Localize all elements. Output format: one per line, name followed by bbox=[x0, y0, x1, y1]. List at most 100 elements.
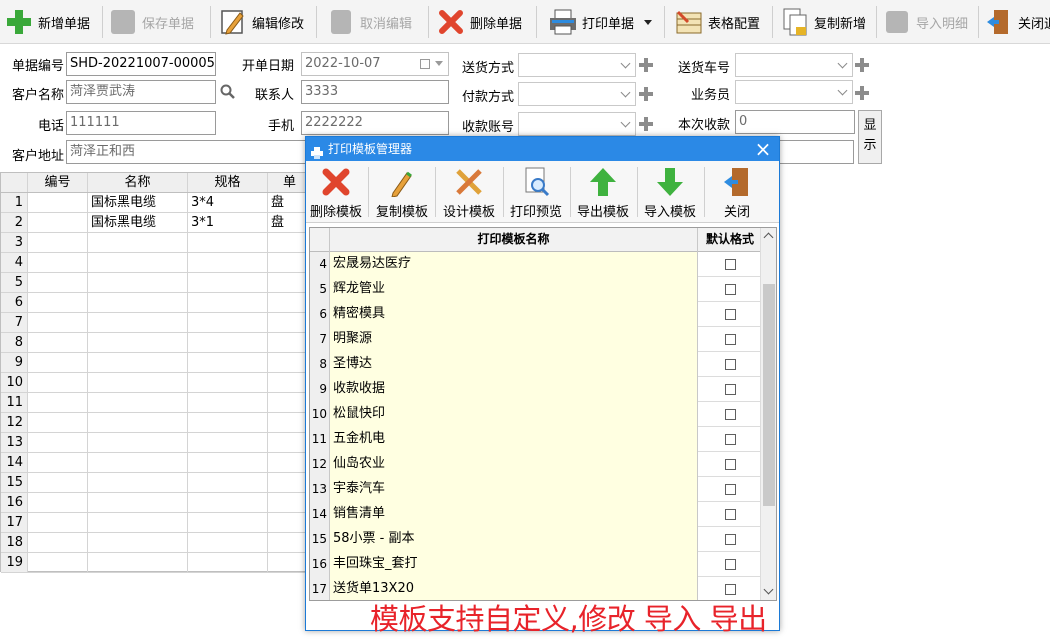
delete-doc-button[interactable]: 删除单据 bbox=[436, 3, 522, 41]
search-icon[interactable] bbox=[220, 84, 236, 100]
table-row[interactable]: 11 bbox=[1, 393, 311, 413]
template-row[interactable]: 13 宇泰汽车 bbox=[310, 477, 762, 502]
print-preview-button[interactable]: 打印预览 bbox=[508, 165, 564, 221]
cancel-edit-button[interactable]: 取消编辑 bbox=[326, 3, 412, 41]
default-format-checkbox[interactable] bbox=[725, 534, 736, 545]
column-header[interactable]: 规格 bbox=[188, 173, 268, 192]
cell-code[interactable] bbox=[28, 253, 88, 272]
dialog-title-bar[interactable]: 打印模板管理器 × bbox=[306, 137, 779, 161]
cell-code[interactable] bbox=[28, 273, 88, 292]
template-row[interactable]: 12 仙岛农业 bbox=[310, 452, 762, 477]
copy-new-button[interactable]: 复制新增 bbox=[780, 3, 866, 41]
cell-spec[interactable]: 3*4 bbox=[188, 193, 268, 212]
cell-spec[interactable] bbox=[188, 273, 268, 292]
cell-code[interactable] bbox=[28, 393, 88, 412]
cell-name[interactable] bbox=[88, 393, 188, 412]
cell-code[interactable] bbox=[28, 433, 88, 452]
cell-name[interactable] bbox=[88, 353, 188, 372]
default-format-checkbox[interactable] bbox=[725, 434, 736, 445]
column-header-template-name[interactable]: 打印模板名称 bbox=[330, 228, 698, 252]
cell-code[interactable] bbox=[28, 553, 88, 572]
cell-code[interactable] bbox=[28, 313, 88, 332]
cell-code[interactable] bbox=[28, 493, 88, 512]
template-name-cell[interactable]: 松鼠快印 bbox=[330, 402, 698, 427]
template-name-cell[interactable]: 宏晟易达医疗 bbox=[330, 252, 698, 277]
column-header[interactable]: 编号 bbox=[28, 173, 88, 192]
column-header[interactable]: 名称 bbox=[88, 173, 188, 192]
table-row[interactable]: 13 bbox=[1, 433, 311, 453]
export-template-button[interactable]: 导出模板 bbox=[574, 165, 632, 221]
cell-code[interactable] bbox=[28, 193, 88, 212]
vertical-scrollbar[interactable] bbox=[760, 228, 776, 600]
cell-name[interactable] bbox=[88, 333, 188, 352]
cell-name[interactable] bbox=[88, 453, 188, 472]
template-row[interactable]: 16 丰回珠宝_套打 bbox=[310, 552, 762, 577]
close-exit-button[interactable]: 关闭退 bbox=[984, 3, 1050, 41]
template-row[interactable]: 14 销售清单 bbox=[310, 502, 762, 527]
design-template-button[interactable]: 设计模板 bbox=[441, 165, 497, 221]
cell-code[interactable] bbox=[28, 453, 88, 472]
cell-name[interactable] bbox=[88, 313, 188, 332]
contact-field[interactable]: 3333 bbox=[301, 80, 449, 104]
add-delivery-vehicle-icon[interactable] bbox=[855, 58, 869, 72]
cell-name[interactable] bbox=[88, 513, 188, 532]
template-name-cell[interactable]: 仙岛农业 bbox=[330, 452, 698, 477]
cell-spec[interactable] bbox=[188, 393, 268, 412]
template-name-cell[interactable]: 明聚源 bbox=[330, 327, 698, 352]
cell-code[interactable] bbox=[28, 373, 88, 392]
template-name-cell[interactable]: 58小票 - 副本 bbox=[330, 527, 698, 552]
delete-template-button[interactable]: 删除模板 bbox=[308, 165, 364, 221]
template-name-cell[interactable]: 精密模具 bbox=[330, 302, 698, 327]
table-row[interactable]: 19 bbox=[1, 553, 311, 573]
template-name-cell[interactable]: 收款收据 bbox=[330, 377, 698, 402]
address-field-tail[interactable] bbox=[779, 140, 854, 164]
delivery-method-select[interactable] bbox=[518, 53, 636, 77]
template-row[interactable]: 11 五金机电 bbox=[310, 427, 762, 452]
scrollbar-thumb[interactable] bbox=[763, 284, 775, 506]
add-account-icon[interactable] bbox=[639, 117, 653, 131]
cell-spec[interactable] bbox=[188, 253, 268, 272]
template-row[interactable]: 15 58小票 - 副本 bbox=[310, 527, 762, 552]
cell-code[interactable] bbox=[28, 533, 88, 552]
template-row[interactable]: 7 明聚源 bbox=[310, 327, 762, 352]
template-name-cell[interactable]: 五金机电 bbox=[330, 427, 698, 452]
template-name-cell[interactable]: 销售清单 bbox=[330, 502, 698, 527]
table-row[interactable]: 14 bbox=[1, 453, 311, 473]
cell-code[interactable] bbox=[28, 513, 88, 532]
mobile-field[interactable]: 2222222 bbox=[301, 111, 449, 135]
cell-code[interactable] bbox=[28, 473, 88, 492]
doc-no-field[interactable]: SHD-20221007-00005 bbox=[66, 52, 216, 76]
add-payment-method-icon[interactable] bbox=[639, 87, 653, 101]
cell-spec[interactable] bbox=[188, 353, 268, 372]
cell-name[interactable] bbox=[88, 433, 188, 452]
cell-spec[interactable] bbox=[188, 313, 268, 332]
import-detail-button[interactable]: 导入明细 bbox=[882, 3, 968, 41]
print-doc-button[interactable]: 打印单据 bbox=[548, 3, 653, 41]
add-doc-button[interactable]: 新增单据 bbox=[4, 3, 90, 41]
customer-name-field[interactable]: 菏泽贾武涛 bbox=[66, 80, 216, 104]
import-template-button[interactable]: 导入模板 bbox=[641, 165, 699, 221]
template-name-cell[interactable]: 圣博达 bbox=[330, 352, 698, 377]
close-icon[interactable]: × bbox=[753, 138, 773, 160]
table-row[interactable]: 1 国标黑电缆 3*4 盘 bbox=[1, 193, 311, 213]
template-row[interactable]: 4 宏晟易达医疗 bbox=[310, 252, 762, 277]
table-row[interactable]: 2 国标黑电缆 3*1 盘 bbox=[1, 213, 311, 233]
default-format-checkbox[interactable] bbox=[725, 284, 736, 295]
cell-name[interactable] bbox=[88, 493, 188, 512]
default-format-checkbox[interactable] bbox=[725, 359, 736, 370]
cell-name[interactable] bbox=[88, 253, 188, 272]
chevron-down-icon[interactable] bbox=[435, 61, 443, 66]
default-format-checkbox[interactable] bbox=[725, 584, 736, 595]
add-delivery-method-icon[interactable] bbox=[639, 58, 653, 72]
cell-spec[interactable] bbox=[188, 473, 268, 492]
default-format-checkbox[interactable] bbox=[725, 484, 736, 495]
cell-code[interactable] bbox=[28, 413, 88, 432]
cell-spec[interactable] bbox=[188, 513, 268, 532]
cell-name[interactable] bbox=[88, 273, 188, 292]
add-salesperson-icon[interactable] bbox=[855, 86, 869, 100]
table-row[interactable]: 8 bbox=[1, 333, 311, 353]
cell-code[interactable] bbox=[28, 293, 88, 312]
cell-code[interactable] bbox=[28, 333, 88, 352]
open-date-picker[interactable]: 2022-10-07 bbox=[301, 52, 449, 76]
template-row[interactable]: 6 精密模具 bbox=[310, 302, 762, 327]
